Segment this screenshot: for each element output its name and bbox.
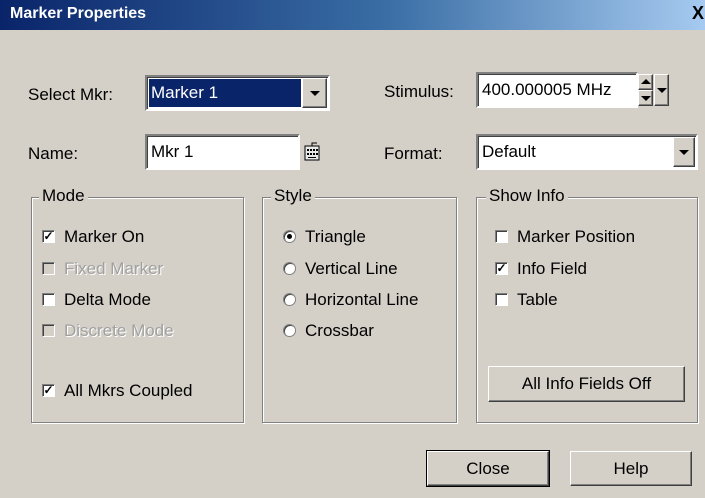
checkbox-label: Marker On — [64, 227, 145, 246]
radio-label: Crossbar — [305, 321, 374, 340]
stimulus-label: Stimulus: — [384, 82, 454, 101]
radio-button[interactable] — [283, 293, 296, 306]
radio-button[interactable] — [283, 262, 296, 275]
format-dropdown[interactable]: Default — [476, 134, 698, 170]
show-info-group-title: Show Info — [486, 186, 568, 206]
stimulus-menu-chevron-icon[interactable] — [654, 74, 669, 106]
checkbox-label: Fixed Marker — [64, 259, 164, 278]
name-label: Name: — [28, 144, 79, 163]
mode-group-title: Mode — [39, 186, 88, 206]
checkbox-label: Delta Mode — [64, 290, 151, 309]
select-mkr-value: Marker 1 — [151, 83, 219, 102]
checkbox-box[interactable]: ✓ — [42, 230, 55, 243]
close-button[interactable]: Close — [426, 450, 550, 487]
checkbox-box[interactable] — [42, 293, 55, 306]
name-value: Mkr 1 — [151, 142, 194, 161]
checkbox-box — [42, 324, 55, 337]
checkbox-box — [42, 262, 55, 275]
radio-label: Vertical Line — [305, 259, 398, 278]
spin-down-icon[interactable] — [638, 90, 653, 106]
format-label: Format: — [384, 144, 443, 163]
checkbox-box[interactable]: ✓ — [495, 262, 508, 275]
checkbox-label: All Mkrs Coupled — [64, 381, 193, 400]
select-mkr-label: Select Mkr: — [28, 85, 114, 104]
checkbox-label: Marker Position — [517, 227, 636, 246]
help-button[interactable]: Help — [570, 451, 692, 486]
select-mkr-dropdown[interactable]: Marker 1 — [145, 75, 330, 111]
checkbox-label: Table — [517, 290, 558, 309]
style-group-title: Style — [271, 186, 315, 206]
stimulus-field[interactable]: 400.000005 MHz — [476, 72, 638, 108]
checkbox-box[interactable]: ✓ — [42, 384, 55, 397]
chevron-down-icon[interactable] — [302, 78, 327, 108]
window-title: Marker Properties — [10, 5, 147, 22]
checkbox-box[interactable] — [495, 230, 508, 243]
radio-label: Horizontal Line — [305, 290, 419, 309]
radio-label: Triangle — [305, 227, 366, 246]
format-value: Default — [482, 142, 536, 161]
keyboard-icon[interactable] — [303, 140, 323, 164]
spin-up-icon[interactable] — [638, 74, 653, 90]
radio-button[interactable] — [283, 324, 296, 337]
checkbox-label: Discrete Mode — [64, 321, 174, 340]
checkbox-label: Info Field — [517, 259, 587, 278]
chevron-down-icon[interactable] — [673, 137, 695, 167]
radio-button[interactable] — [283, 230, 296, 243]
title-bar: Marker Properties X — [0, 0, 705, 30]
all-info-fields-off-button[interactable]: All Info Fields Off — [488, 366, 685, 402]
stimulus-value: 400.000005 MHz — [482, 80, 612, 99]
close-icon[interactable]: X — [689, 2, 705, 24]
checkbox-box[interactable] — [495, 293, 508, 306]
name-field[interactable]: Mkr 1 — [145, 134, 300, 170]
